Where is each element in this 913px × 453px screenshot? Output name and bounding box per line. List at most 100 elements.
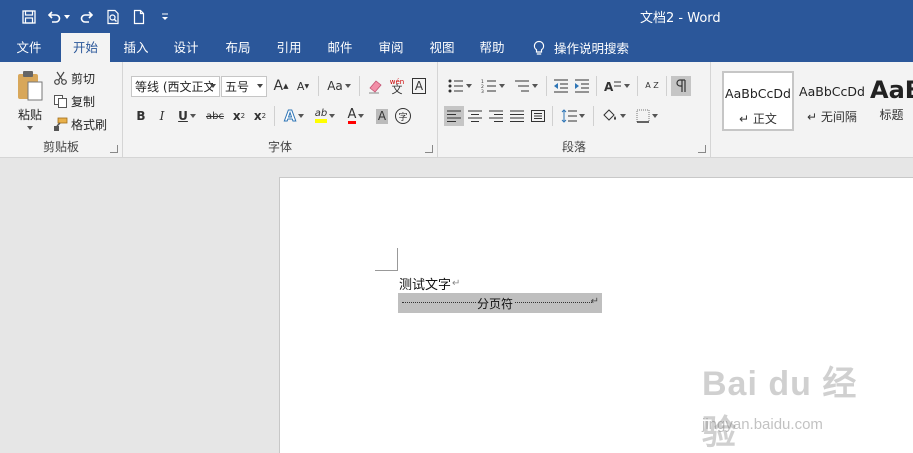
decrease-indent-icon: [554, 79, 568, 93]
styles-gallery: AaBbCcDd ↵ 正文 AaBbCcDd ↵ 无间隔 AaB 标题: [711, 62, 913, 158]
clear-formatting-button[interactable]: [365, 76, 385, 96]
bold-button[interactable]: B: [131, 106, 151, 126]
tab-review[interactable]: 审阅: [368, 33, 414, 62]
grow-font-button[interactable]: A ▲: [271, 76, 291, 96]
bullets-button[interactable]: [444, 76, 476, 96]
style-no-spacing-name: ↵ 无间隔: [807, 110, 857, 124]
page-break-label: 分页符: [476, 295, 515, 312]
tab-mailings[interactable]: 邮件: [317, 33, 363, 62]
superscript-button[interactable]: x2: [250, 106, 270, 126]
clipboard-group-label: 剪贴板: [42, 140, 79, 154]
style-heading-1[interactable]: AaB 标题: [870, 71, 913, 131]
enclose-characters-button[interactable]: 字: [393, 106, 413, 126]
line-spacing-button[interactable]: [557, 106, 589, 126]
phonetic-guide-button[interactable]: wén 文: [387, 76, 407, 96]
numbering-button[interactable]: 123: [477, 76, 509, 96]
sort-label: A Z: [645, 81, 659, 90]
separator: [274, 106, 275, 126]
distributed-button[interactable]: [528, 106, 548, 126]
watermark-logo: Bai du 经验: [702, 365, 858, 452]
customize-qat-button[interactable]: [154, 6, 176, 28]
increase-indent-button[interactable]: [572, 76, 592, 96]
font-dialog-launcher[interactable]: [425, 145, 433, 153]
paragraph-dialog-launcher[interactable]: [698, 145, 706, 153]
tab-layout[interactable]: 布局: [215, 33, 261, 62]
print-preview-icon: [107, 9, 119, 25]
change-case-button[interactable]: Aa: [324, 76, 354, 96]
redo-button[interactable]: [76, 6, 98, 28]
undo-dropdown-icon: [64, 15, 70, 19]
paragraph-group: 123 A A Z 段落: [438, 62, 711, 158]
shading-button[interactable]: [598, 106, 630, 126]
tab-design[interactable]: 设计: [163, 33, 209, 62]
title-bar: 文档2 - Word: [0, 0, 913, 33]
tab-insert[interactable]: 插入: [113, 33, 159, 62]
ribbon-tabs: 文件 开始 插入 设计 布局 引用 邮件 审阅 视图 帮助 操作说明搜索: [0, 33, 913, 62]
undo-button[interactable]: [44, 6, 72, 28]
tab-file[interactable]: 文件: [6, 33, 52, 62]
shrink-font-button[interactable]: A ▼: [293, 76, 313, 96]
font-name-value: 等线 (西文正文: [135, 80, 213, 94]
shading-dropdown-icon: [620, 114, 626, 118]
separator: [596, 76, 597, 96]
scissors-icon: [54, 71, 67, 85]
paste-icon: [18, 71, 43, 101]
show-hide-marks-button[interactable]: [671, 76, 691, 96]
increase-indent-icon: [575, 79, 589, 93]
font-color-dropdown-icon: [358, 114, 365, 118]
character-shading-button[interactable]: A: [372, 106, 392, 126]
copy-label: 复制: [71, 94, 96, 109]
decrease-indent-button[interactable]: [551, 76, 571, 96]
align-right-button[interactable]: [486, 106, 506, 126]
tab-home[interactable]: 开始: [61, 33, 110, 62]
new-doc-icon: [133, 9, 145, 25]
numbering-dropdown-icon: [499, 84, 505, 88]
align-right-icon: [489, 110, 503, 122]
tell-me-label: 操作说明搜索: [554, 41, 630, 56]
borders-dropdown-icon: [652, 114, 658, 118]
font-name-combo[interactable]: 等线 (西文正文: [131, 76, 220, 97]
justify-icon: [510, 110, 524, 122]
print-preview-button[interactable]: [102, 6, 124, 28]
align-center-button[interactable]: [465, 106, 485, 126]
font-color-button[interactable]: A: [341, 106, 371, 126]
quick-access-toolbar: [18, 6, 176, 28]
borders-button[interactable]: [631, 106, 663, 126]
italic-button[interactable]: I: [152, 106, 172, 126]
customize-icon: [162, 13, 168, 20]
cut-button[interactable]: 剪切: [53, 68, 95, 88]
sort-button[interactable]: A Z: [642, 76, 662, 96]
clipboard-dialog-launcher[interactable]: [110, 145, 118, 153]
format-painter-button[interactable]: 格式刷: [53, 114, 107, 134]
grow-arrow-icon: ▲: [283, 82, 289, 90]
tab-references[interactable]: 引用: [266, 33, 312, 62]
subscript-button[interactable]: x2: [229, 106, 249, 126]
paste-button[interactable]: 粘贴: [12, 70, 48, 136]
tab-help[interactable]: 帮助: [469, 33, 515, 62]
font-size-combo[interactable]: 五号: [221, 76, 267, 97]
new-document-button[interactable]: [128, 6, 150, 28]
copy-button[interactable]: 复制: [53, 91, 95, 111]
page-break-marker[interactable]: 分页符 ↵: [398, 293, 602, 313]
multilevel-list-button[interactable]: [510, 76, 542, 96]
character-border-button[interactable]: A: [409, 76, 429, 96]
tab-view[interactable]: 视图: [419, 33, 465, 62]
text-effects-button[interactable]: A: [279, 106, 309, 126]
justify-button[interactable]: [507, 106, 527, 126]
style-no-spacing[interactable]: AaBbCcDd ↵ 无间隔: [796, 71, 868, 131]
highlight-button[interactable]: ab: [310, 106, 340, 126]
line-spacing-icon: [561, 109, 577, 123]
align-left-button[interactable]: [444, 106, 464, 126]
save-button[interactable]: [18, 6, 40, 28]
tell-me-search[interactable]: 操作说明搜索: [532, 33, 629, 62]
font-group: 等线 (西文正文 五号 A ▲ A ▼ Aa wén 文 A B I U abc…: [123, 62, 438, 158]
underline-button[interactable]: U: [173, 106, 201, 126]
style-normal-name: ↵ 正文: [739, 112, 777, 126]
document-paragraph[interactable]: 测试文字 ↵: [399, 274, 460, 293]
separator: [318, 76, 319, 96]
asian-layout-button[interactable]: A: [601, 76, 633, 96]
style-normal[interactable]: AaBbCcDd ↵ 正文: [722, 71, 794, 131]
window-title: 文档2 - Word: [640, 11, 721, 26]
strikethrough-button[interactable]: abc: [202, 106, 228, 126]
asian-layout-dropdown-icon: [624, 84, 630, 88]
